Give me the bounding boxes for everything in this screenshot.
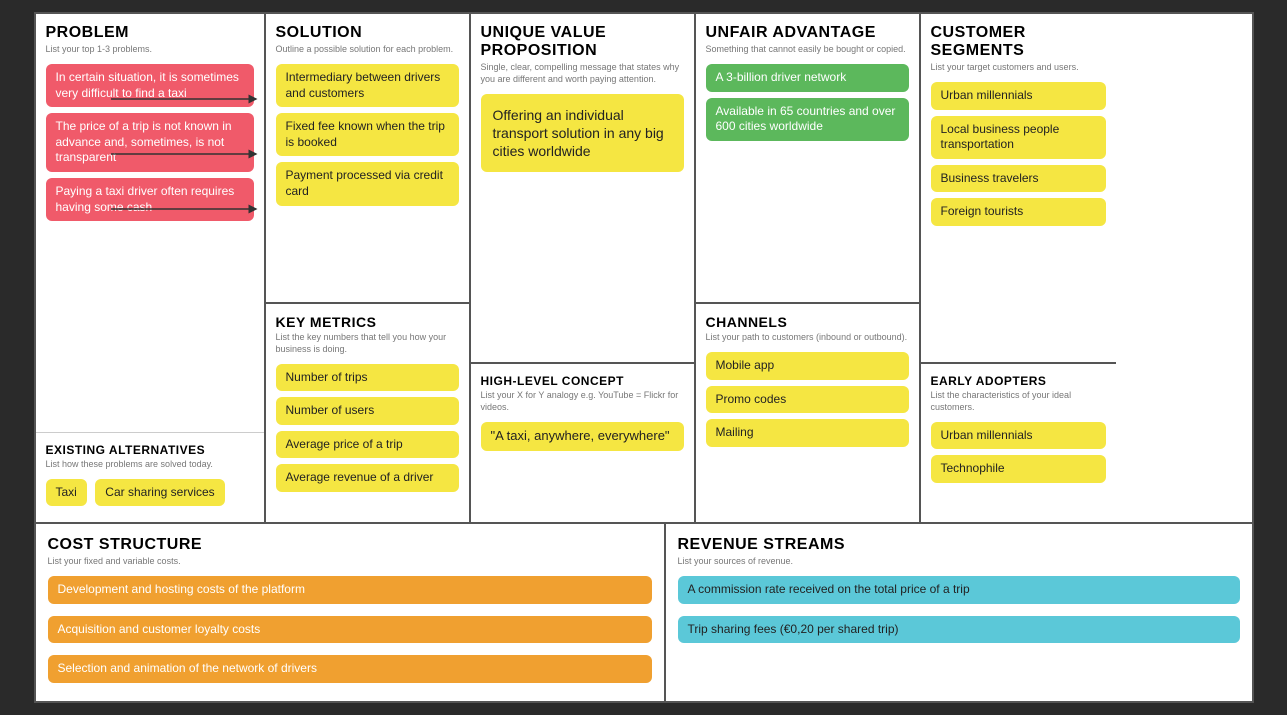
problem-subtitle: List your top 1-3 problems.: [46, 44, 254, 56]
existing-tag-0: Taxi: [46, 479, 87, 507]
customer-title: CUSTOMER SEGMENTS: [931, 24, 1106, 60]
unfair-subtitle: Something that cannot easily be bought o…: [706, 44, 909, 56]
revenue-subtitle: List your sources of revenue.: [678, 556, 1240, 568]
problem-tag-0: In certain situation, it is sometimes ve…: [46, 64, 254, 107]
customer-subtitle: List your target customers and users.: [931, 62, 1106, 74]
existing-subtitle: List how these problems are solved today…: [46, 459, 254, 471]
cost-subtitle: List your fixed and variable costs.: [48, 556, 652, 568]
early-tag-0: Urban millennials: [931, 422, 1106, 450]
channels-title: CHANNELS: [706, 314, 909, 330]
customer-tag-1: Local business people transportation: [931, 116, 1106, 159]
cost-cell: COST STRUCTURE List your fixed and varia…: [36, 524, 666, 700]
solution-title: SOLUTION: [276, 24, 459, 42]
cost-tag-1: Acquisition and customer loyalty costs: [48, 616, 652, 644]
uvp-subtitle: Single, clear, compelling message that s…: [481, 62, 684, 85]
metrics-tag-2: Average price of a trip: [276, 431, 459, 459]
solution-tag-0: Intermediary between drivers and custome…: [276, 64, 459, 107]
customer-cell: CUSTOMER SEGMENTS List your target custo…: [921, 14, 1116, 522]
channels-section: CHANNELS List your path to customers (in…: [696, 302, 919, 522]
concept-tag: "A taxi, anywhere, everywhere": [481, 422, 684, 451]
metrics-tag-1: Number of users: [276, 397, 459, 425]
lean-canvas: PROBLEM List your top 1-3 problems. In c…: [34, 12, 1254, 702]
problem-cell: PROBLEM List your top 1-3 problems. In c…: [36, 14, 266, 522]
metrics-tag-0: Number of trips: [276, 364, 459, 392]
solution-subtitle: Outline a possible solution for each pro…: [276, 44, 459, 56]
channels-tag-1: Promo codes: [706, 386, 909, 414]
bottom-grid: COST STRUCTURE List your fixed and varia…: [36, 524, 1252, 700]
solution-tag-2: Payment processed via credit card: [276, 162, 459, 205]
unfair-tag-1: Available in 65 countries and over 600 c…: [706, 98, 909, 141]
existing-title: EXISTING ALTERNATIVES: [46, 443, 254, 457]
uvp-cell: UNIQUE VALUE PROPOSITION Single, clear, …: [471, 14, 696, 522]
channels-subtitle: List your path to customers (inbound or …: [706, 332, 909, 344]
uvp-top: UNIQUE VALUE PROPOSITION Single, clear, …: [471, 14, 694, 362]
cost-title: COST STRUCTURE: [48, 536, 652, 554]
metrics-title: KEY METRICS: [276, 314, 459, 330]
channels-tag-2: Mailing: [706, 419, 909, 447]
solution-cell: SOLUTION Outline a possible solution for…: [266, 14, 471, 522]
solution-top: SOLUTION Outline a possible solution for…: [266, 14, 469, 302]
uvp-title: UNIQUE VALUE PROPOSITION: [481, 24, 684, 60]
revenue-cell: REVENUE STREAMS List your sources of rev…: [666, 524, 1252, 700]
revenue-title: REVENUE STREAMS: [678, 536, 1240, 554]
existing-tag-1: Car sharing services: [95, 479, 224, 507]
early-tag-1: Technophile: [931, 455, 1106, 483]
concept-section: HIGH-LEVEL CONCEPT List your X for Y ana…: [471, 362, 694, 522]
concept-subtitle: List your X for Y analogy e.g. YouTube =…: [481, 390, 684, 413]
cost-tag-2: Selection and animation of the network o…: [48, 655, 652, 683]
unfair-title: UNFAIR ADVANTAGE: [706, 24, 909, 42]
customer-top: CUSTOMER SEGMENTS List your target custo…: [921, 14, 1116, 362]
metrics-subtitle: List the key numbers that tell you how y…: [276, 332, 459, 355]
problem-title: PROBLEM: [46, 24, 254, 42]
customer-tag-3: Foreign tourists: [931, 198, 1106, 226]
early-section: EARLY ADOPTERS List the characteristics …: [921, 362, 1116, 522]
problem-tag-2: Paying a taxi driver often requires havi…: [46, 178, 254, 221]
uvp-tag: Offering an individual transport solutio…: [481, 94, 684, 173]
channels-tag-0: Mobile app: [706, 352, 909, 380]
problem-top: PROBLEM List your top 1-3 problems. In c…: [36, 14, 264, 432]
cost-tag-0: Development and hosting costs of the pla…: [48, 576, 652, 604]
unfair-top: UNFAIR ADVANTAGE Something that cannot e…: [696, 14, 919, 302]
cost-tags: Development and hosting costs of the pla…: [48, 576, 652, 689]
revenue-tag-1: Trip sharing fees (€0,20 per shared trip…: [678, 616, 1240, 644]
customer-tag-2: Business travelers: [931, 165, 1106, 193]
problem-existing: EXISTING ALTERNATIVES List how these pro…: [36, 432, 264, 522]
unfair-tag-0: A 3-billion driver network: [706, 64, 909, 92]
revenue-tag-0: A commission rate received on the total …: [678, 576, 1240, 604]
solution-tag-1: Fixed fee known when the trip is booked: [276, 113, 459, 156]
metrics-section: KEY METRICS List the key numbers that te…: [266, 302, 469, 522]
revenue-tags: A commission rate received on the total …: [678, 576, 1240, 649]
unfair-cell: UNFAIR ADVANTAGE Something that cannot e…: [696, 14, 921, 522]
problem-tag-1: The price of a trip is not known in adva…: [46, 113, 254, 172]
metrics-tag-3: Average revenue of a driver: [276, 464, 459, 492]
early-title: EARLY ADOPTERS: [931, 374, 1106, 388]
concept-title: HIGH-LEVEL CONCEPT: [481, 374, 684, 388]
top-grid: PROBLEM List your top 1-3 problems. In c…: [36, 14, 1252, 524]
customer-tag-0: Urban millennials: [931, 82, 1106, 110]
early-subtitle: List the characteristics of your ideal c…: [931, 390, 1106, 413]
